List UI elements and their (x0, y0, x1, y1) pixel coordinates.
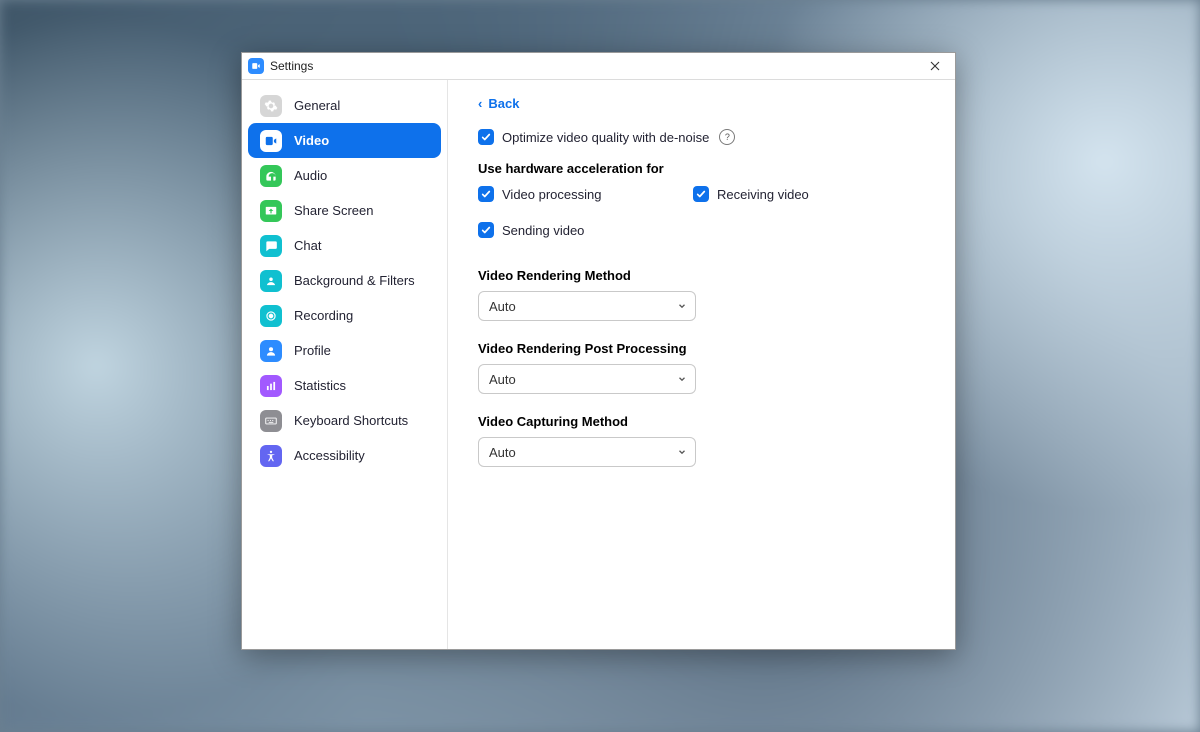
window-title: Settings (270, 59, 313, 73)
app-icon (248, 58, 264, 74)
sidebar-item-general[interactable]: General (248, 88, 441, 123)
sidebar-item-profile[interactable]: Profile (248, 333, 441, 368)
sidebar-item-label: Video (294, 133, 329, 148)
sidebar-item-accessibility[interactable]: Accessibility (248, 438, 441, 473)
video-post-processing-select[interactable]: Auto (478, 364, 696, 394)
chevron-down-icon (677, 372, 687, 387)
checkbox-receiving-video[interactable] (693, 186, 709, 202)
hw-accel-heading: Use hardware acceleration for (478, 161, 925, 176)
sidebar-item-label: Statistics (294, 378, 346, 393)
sidebar-item-background-filters[interactable]: Background & Filters (248, 263, 441, 298)
sidebar-item-share-screen[interactable]: Share Screen (248, 193, 441, 228)
select-value: Auto (489, 445, 516, 460)
person-frame-icon (260, 270, 282, 292)
sidebar-item-recording[interactable]: Recording (248, 298, 441, 333)
sidebar-item-statistics[interactable]: Statistics (248, 368, 441, 403)
chat-icon (260, 235, 282, 257)
gear-icon (260, 95, 282, 117)
sidebar-item-label: General (294, 98, 340, 113)
stats-icon (260, 375, 282, 397)
sidebar-item-video[interactable]: Video (248, 123, 441, 158)
video-post-processing-label: Video Rendering Post Processing (478, 341, 925, 356)
content-panel: ‹ Back Optimize video quality with de-no… (448, 80, 955, 649)
select-value: Auto (489, 299, 516, 314)
sidebar-item-label: Share Screen (294, 203, 374, 218)
receiving-video-label: Receiving video (717, 187, 809, 202)
video-capturing-method-select[interactable]: Auto (478, 437, 696, 467)
record-icon (260, 305, 282, 327)
sending-video-label: Sending video (502, 223, 584, 238)
close-button[interactable] (923, 56, 947, 76)
sidebar-item-label: Chat (294, 238, 321, 253)
keyboard-icon (260, 410, 282, 432)
chevron-down-icon (677, 445, 687, 460)
sidebar-item-label: Recording (294, 308, 353, 323)
sidebar-item-label: Background & Filters (294, 273, 415, 288)
sidebar-item-label: Accessibility (294, 448, 365, 463)
chevron-left-icon: ‹ (478, 97, 482, 110)
chevron-down-icon (677, 299, 687, 314)
sidebar-item-label: Keyboard Shortcuts (294, 413, 408, 428)
accessibility-icon (260, 445, 282, 467)
checkbox-optimize-denoise[interactable] (478, 129, 494, 145)
video-icon (260, 130, 282, 152)
sidebar-item-label: Profile (294, 343, 331, 358)
optimize-denoise-label: Optimize video quality with de-noise (502, 130, 709, 145)
profile-icon (260, 340, 282, 362)
sidebar: General Video Audio Share Screen (242, 80, 448, 649)
select-value: Auto (489, 372, 516, 387)
back-label: Back (488, 96, 519, 111)
sidebar-item-keyboard-shortcuts[interactable]: Keyboard Shortcuts (248, 403, 441, 438)
checkbox-sending-video[interactable] (478, 222, 494, 238)
titlebar: Settings (242, 53, 955, 80)
video-processing-label: Video processing (502, 187, 602, 202)
video-rendering-method-label: Video Rendering Method (478, 268, 925, 283)
settings-window: Settings General Video (241, 52, 956, 650)
share-screen-icon (260, 200, 282, 222)
sidebar-item-label: Audio (294, 168, 327, 183)
headphones-icon (260, 165, 282, 187)
sidebar-item-audio[interactable]: Audio (248, 158, 441, 193)
info-icon[interactable]: ? (719, 129, 735, 145)
video-rendering-method-select[interactable]: Auto (478, 291, 696, 321)
checkbox-video-processing[interactable] (478, 186, 494, 202)
sidebar-item-chat[interactable]: Chat (248, 228, 441, 263)
back-button[interactable]: ‹ Back (478, 96, 519, 111)
video-capturing-method-label: Video Capturing Method (478, 414, 925, 429)
